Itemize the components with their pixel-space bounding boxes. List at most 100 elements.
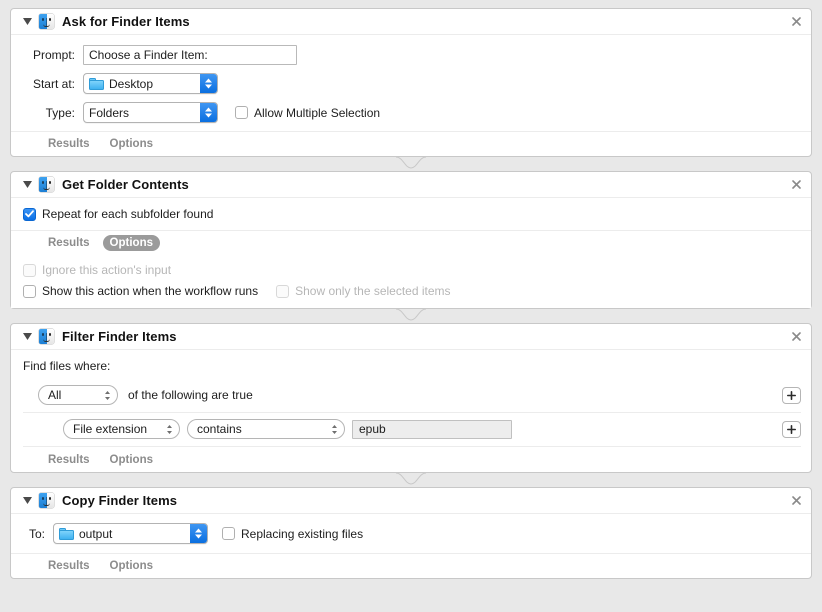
finder-icon — [39, 329, 54, 344]
replacing-existing-files-checkbox[interactable]: Replacing existing files — [222, 527, 363, 541]
action-footer-tabs: Results Options — [11, 131, 811, 156]
ignore-input-label: Ignore this action's input — [42, 263, 172, 277]
prompt-label: Prompt: — [32, 48, 75, 62]
action-copy-finder-items[interactable]: Copy Finder Items To: output Replacing e… — [10, 487, 812, 579]
type-label: Type: — [45, 105, 75, 120]
checkbox-box — [235, 106, 248, 119]
close-icon[interactable] — [789, 178, 803, 192]
automator-workflow-canvas: Ask for Finder Items Prompt: Start at: D… — [0, 0, 822, 612]
action-body: Prompt: Start at: Desktop — [11, 35, 811, 131]
action-filter-finder-items[interactable]: Filter Finder Items Find files where: Al… — [10, 323, 812, 473]
criterion-field-value: File extension — [73, 422, 148, 436]
copy-to-label: To: — [28, 526, 45, 541]
add-criterion-button-row[interactable] — [782, 420, 801, 438]
copy-to-select[interactable]: output — [53, 523, 208, 544]
action-header: Filter Finder Items — [11, 324, 811, 350]
prompt-row: Prompt: — [23, 45, 799, 65]
finder-icon — [39, 493, 54, 508]
checkbox-box — [23, 284, 36, 298]
match-type-value: All — [48, 388, 62, 402]
stepper-arrows-icon[interactable] — [200, 103, 217, 122]
replacing-existing-files-label: Replacing existing files — [241, 526, 364, 541]
show-action-label: Show this action when the workflow runs — [42, 284, 259, 298]
action-body: To: output Replacing existing files — [11, 514, 811, 553]
action-footer-tabs: Results Options — [11, 553, 811, 578]
action-connector — [10, 157, 812, 171]
close-icon[interactable] — [789, 15, 803, 29]
folder-icon — [59, 527, 74, 540]
disclosure-triangle-icon[interactable] — [21, 16, 33, 28]
action-title: Filter Finder Items — [62, 329, 177, 344]
find-files-where-label: Find files where: — [23, 359, 111, 373]
tab-results[interactable]: Results — [41, 558, 97, 574]
action-connector — [10, 309, 812, 323]
start-at-select[interactable]: Desktop — [83, 73, 218, 94]
criterion-operator-select[interactable]: contains — [187, 419, 345, 439]
repeat-subfolder-label: Repeat for each subfolder found — [42, 207, 214, 221]
tab-options[interactable]: Options — [103, 136, 160, 152]
criterion-value-input[interactable] — [352, 419, 512, 439]
ignore-input-checkbox: Ignore this action's input — [23, 263, 171, 277]
show-action-checkbox[interactable]: Show this action when the workflow runs — [23, 284, 258, 298]
type-row: Type: Folders Allow Multiple Selection — [23, 102, 799, 123]
action-body: Repeat for each subfolder found — [11, 198, 811, 230]
ignore-input-row: Ignore this action's input — [23, 263, 799, 277]
show-selected-items-checkbox: Show only the selected items — [276, 284, 451, 298]
match-type-select[interactable]: All — [38, 385, 118, 405]
close-icon[interactable] — [789, 330, 803, 344]
action-title: Ask for Finder Items — [62, 14, 190, 29]
copy-to-value: output — [79, 526, 113, 541]
tab-options[interactable]: Options — [103, 558, 160, 574]
disclosure-triangle-icon[interactable] — [21, 495, 33, 507]
action-get-folder-contents[interactable]: Get Folder Contents Repeat for each subf… — [10, 171, 812, 309]
disclosure-triangle-icon[interactable] — [21, 331, 33, 343]
close-icon[interactable] — [789, 494, 803, 508]
action-footer-tabs: Results Options — [11, 230, 811, 255]
criterion-field-select[interactable]: File extension — [63, 419, 180, 439]
action-ask-for-finder-items[interactable]: Ask for Finder Items Prompt: Start at: D… — [10, 8, 812, 157]
stepper-arrows-icon — [163, 424, 175, 435]
action-header: Get Folder Contents — [11, 172, 811, 198]
match-suffix-label: of the following are true — [128, 388, 253, 402]
action-connector — [10, 473, 812, 487]
repeat-subfolder-checkbox[interactable]: Repeat for each subfolder found — [23, 207, 213, 221]
prompt-input[interactable] — [83, 45, 297, 65]
tab-options[interactable]: Options — [103, 452, 160, 468]
finder-icon — [39, 14, 54, 29]
tab-options[interactable]: Options — [102, 235, 160, 251]
action-title: Copy Finder Items — [62, 493, 178, 508]
tab-results[interactable]: Results — [41, 452, 97, 468]
checkbox-box — [276, 284, 290, 298]
disclosure-triangle-icon[interactable] — [21, 179, 33, 191]
allow-multiple-selection-label: Allow Multiple Selection — [254, 105, 381, 120]
checkbox-box — [23, 207, 36, 221]
show-selected-items-label: Show only the selected items — [295, 284, 451, 298]
folder-icon — [89, 77, 104, 90]
options-panel: Ignore this action's input Show this act… — [11, 255, 811, 308]
action-header: Ask for Finder Items — [11, 9, 811, 35]
stepper-arrows-icon — [328, 424, 340, 435]
stepper-arrows-icon[interactable] — [200, 74, 217, 93]
start-at-label: Start at: — [32, 76, 75, 91]
type-select[interactable]: Folders — [83, 102, 218, 123]
stepper-arrows-icon — [101, 390, 113, 401]
action-body: Find files where: All of the following a… — [11, 350, 811, 447]
tab-results[interactable]: Results — [41, 235, 97, 251]
filter-match-row: All of the following are true — [23, 383, 801, 413]
start-at-row: Start at: Desktop — [23, 73, 799, 94]
finder-icon — [39, 177, 54, 192]
action-title: Get Folder Contents — [62, 177, 189, 192]
criterion-operator-value: contains — [197, 422, 242, 436]
action-footer-tabs: Results Options — [11, 447, 811, 472]
action-header: Copy Finder Items — [11, 488, 811, 514]
start-at-value: Desktop — [109, 76, 154, 91]
tab-results[interactable]: Results — [41, 136, 97, 152]
stepper-arrows-icon[interactable] — [190, 524, 207, 543]
copy-to-row: To: output Replacing existing files — [23, 523, 799, 544]
checkbox-box — [222, 527, 235, 540]
checkbox-box — [23, 263, 36, 277]
add-criterion-button-top[interactable] — [782, 386, 801, 404]
type-value: Folders — [89, 105, 130, 120]
allow-multiple-selection-checkbox[interactable]: Allow Multiple Selection — [235, 106, 380, 120]
filter-criterion-row: File extension contains — [23, 413, 801, 447]
